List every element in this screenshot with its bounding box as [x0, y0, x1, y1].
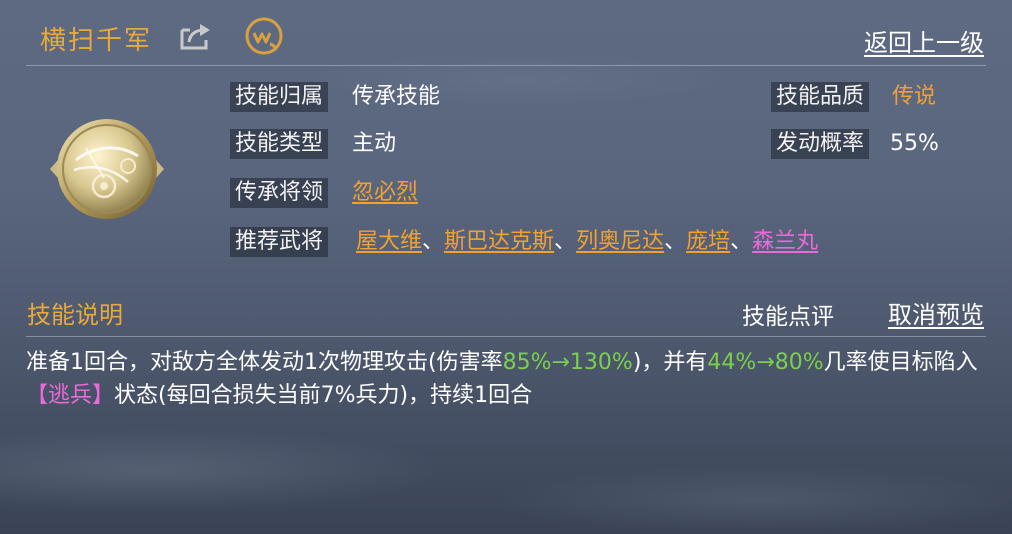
skill-description: 准备1回合，对敌方全体发动1次物理攻击(伤害率85%→130%)，并有44%→8…	[26, 346, 986, 412]
share-icon[interactable]	[178, 20, 214, 52]
back-link[interactable]: 返回上一级	[864, 23, 984, 58]
chance-highlight: 44%→80%	[707, 350, 824, 375]
section-divider	[26, 336, 986, 337]
desc-text: 几率使目标陷入	[823, 350, 978, 375]
section-title: 技能说明	[27, 301, 123, 329]
inherit-general-label: 传承将领	[230, 178, 329, 208]
quality-value: 传说	[892, 84, 937, 109]
background-fog	[0, 0, 1012, 534]
desc-text: 准备1回合，对敌方全体发动1次物理攻击(伤害率	[26, 350, 503, 375]
weibo-icon[interactable]	[244, 16, 284, 56]
quality-label: 技能品质	[771, 82, 870, 112]
recommend-general-link[interactable]: 斯巴达克斯	[444, 229, 554, 254]
cancel-preview-link[interactable]: 取消预览	[888, 295, 984, 330]
separator: 、	[664, 229, 687, 254]
belong-value: 传承技能	[352, 84, 441, 109]
desc-text: )，并有	[632, 350, 708, 375]
separator: 、	[730, 229, 753, 254]
recommend-label: 推荐武将	[230, 227, 329, 257]
belong-label: 技能归属	[230, 82, 329, 112]
recommend-general-link[interactable]: 列奥尼达	[576, 229, 664, 254]
recommend-general-link[interactable]: 庞培	[686, 229, 730, 254]
type-label: 技能类型	[230, 129, 329, 159]
inherit-general-link[interactable]: 忽必烈	[352, 178, 418, 208]
desc-text: 状态(每回合损失当前7%兵力)，持续1回合	[114, 383, 533, 408]
recommend-general-link[interactable]: 森兰丸	[752, 229, 818, 254]
chance-label: 发动概率	[771, 129, 870, 159]
top-divider	[26, 65, 986, 66]
chance-value: 55%	[890, 131, 939, 156]
status-effect-link[interactable]: 【逃兵】	[26, 383, 114, 408]
type-value: 主动	[352, 131, 397, 156]
damage-rate-highlight: 85%→130%	[502, 350, 633, 375]
skill-review-button[interactable]: 技能点评	[742, 297, 834, 331]
recommend-list: 屋大维、斯巴达克斯、列奥尼达、庞培、森兰丸	[356, 227, 818, 257]
separator: 、	[554, 229, 577, 254]
recommend-general-link[interactable]: 屋大维	[356, 229, 422, 254]
skill-name: 横扫千军	[40, 26, 153, 56]
skill-detail-panel: 横扫千军 返回上一级 技能归属 传承技能 技能类型 主动 传承将领 忽必烈 推荐…	[0, 0, 1012, 534]
skill-emblem-icon	[50, 119, 164, 219]
separator: 、	[422, 229, 445, 254]
